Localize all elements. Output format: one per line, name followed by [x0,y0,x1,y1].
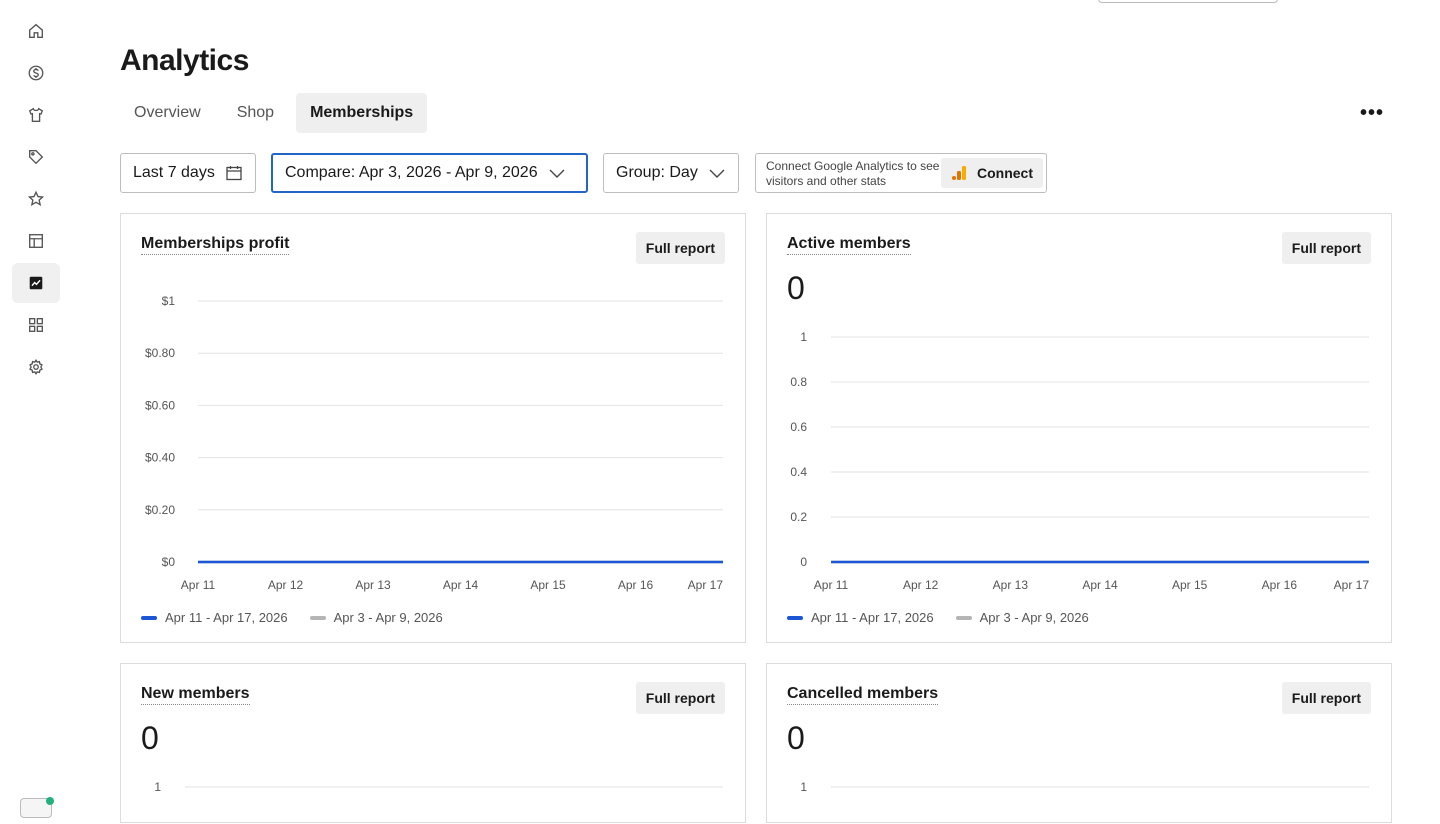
gear-icon [29,358,43,376]
x-tick-label: Apr 12 [903,578,939,592]
compare-label: Compare: Apr 3, 2026 - Apr 9, 2026 [285,164,538,181]
connect-label: Connect [977,165,1033,181]
y-tick-label: 1 [800,330,807,344]
legend-item-compare: Apr 3 - Apr 9, 2026 [309,610,443,625]
chevron-down-icon [549,169,565,178]
dollar-icon [28,65,44,81]
y-tick-label: 0.8 [790,375,807,389]
calendar-icon [226,166,242,181]
analytics-icon [29,276,43,290]
y-tick-label: 1 [800,780,807,794]
google-analytics-icon [952,166,966,180]
sidebar-item-settings[interactable] [12,347,60,387]
y-tick-label: 0.4 [790,465,807,479]
x-tick-label: Apr 17 [1334,578,1370,592]
analytics-tabs: Overview Shop Memberships [120,93,428,133]
cancelled-members-chart: 1 [800,780,1369,794]
legend-item-current: Apr 11 - Apr 17, 2026 [787,610,934,625]
chevron-down-icon [709,169,725,178]
active-members-chart: 1 0.8 0.6 0.4 0.2 0 Apr 11 Apr 12 Apr 13 Apr 14 Ap… [790,330,1370,592]
y-tick-label: $0.80 [145,346,175,360]
online-status-dot [46,797,54,805]
sidebar-item-favorites[interactable] [12,179,60,219]
x-tick-label: Apr 16 [618,578,654,592]
tab-memberships[interactable]: Memberships [296,93,428,133]
date-range-select[interactable]: Last 7 days [120,153,256,193]
y-tick-label: 0.2 [790,510,807,524]
legend-swatch [309,615,326,620]
sidebar-item-apps[interactable] [12,305,60,345]
tag-icon [29,150,44,165]
shirt-icon [28,107,44,122]
google-analytics-text: Connect Google Analytics to see visitors… [766,159,940,188]
legend-label: Apr 3 - Apr 9, 2026 [979,610,1089,625]
x-tick-label: Apr 11 [181,578,216,592]
x-tick-label: Apr 12 [268,578,304,592]
group-label: Group: Day [616,164,698,181]
home-icon [29,23,43,38]
top-search-stub[interactable] [1098,0,1278,3]
y-tick-label: 0.6 [790,420,807,434]
table-icon [29,234,43,248]
legend-label: Apr 3 - Apr 9, 2026 [333,610,443,625]
x-tick-label: Apr 15 [530,578,566,592]
new-members-chart: 1 [154,780,723,794]
legend-item-compare: Apr 3 - Apr 9, 2026 [955,610,1089,625]
legend-swatch [787,615,803,620]
tab-shop[interactable]: Shop [223,93,288,133]
sidebar-item-sales[interactable] [12,53,60,93]
chart-legend: Apr 11 - Apr 17, 2026 Apr 3 - Apr 9, 202… [787,610,1089,625]
y-tick-label: 0 [800,555,807,569]
chart-legend: Apr 11 - Apr 17, 2026 Apr 3 - Apr 9, 202… [141,610,443,625]
x-tick-label: Apr 13 [993,578,1029,592]
x-tick-label: Apr 14 [1082,578,1118,592]
google-analytics-banner: Connect Google Analytics to see visitors… [755,153,1047,193]
new-members-card: New members Full report 0 1 [120,663,746,823]
sidebar-item-products[interactable] [12,95,60,135]
sidebar-item-layouts[interactable] [12,221,60,261]
x-tick-label: Apr 13 [355,578,391,592]
y-tick-label: $1 [162,294,176,308]
legend-label: Apr 11 - Apr 17, 2026 [165,610,288,625]
tab-overview[interactable]: Overview [120,93,215,133]
memberships-profit-card: Memberships profit Full report $1 $0.80 $0… [120,213,746,643]
y-tick-label: $0.60 [145,398,175,412]
active-members-card: Active members Full report 0 1 0.8 0.6 0.4 0… [766,213,1392,643]
legend-swatch [141,615,157,620]
apps-icon [29,318,43,332]
page-title: Analytics [120,44,249,77]
y-tick-label: $0.40 [145,451,175,465]
sidebar-item-discounts[interactable] [12,137,60,177]
sidebar [0,0,72,818]
sidebar-item-analytics[interactable] [12,263,60,303]
y-tick-label: 1 [154,780,161,794]
sidebar-item-home[interactable] [12,11,60,51]
date-range-label: Last 7 days [133,164,215,181]
compare-select[interactable]: Compare: Apr 3, 2026 - Apr 9, 2026 [271,153,588,193]
x-tick-label: Apr 14 [443,578,479,592]
x-tick-label: Apr 16 [1262,578,1298,592]
legend-item-current: Apr 11 - Apr 17, 2026 [141,610,288,625]
cancelled-members-card: Cancelled members Full report 0 1 [766,663,1392,823]
star-icon [27,190,45,206]
legend-label: Apr 11 - Apr 17, 2026 [811,610,934,625]
more-options-button[interactable]: ••• [1358,100,1386,126]
y-tick-label: $0.20 [145,503,175,517]
group-select[interactable]: Group: Day [603,153,739,193]
x-tick-label: Apr 11 [814,578,849,592]
x-tick-label: Apr 15 [1172,578,1208,592]
legend-swatch [955,615,972,620]
memberships-profit-chart: $1 $0.80 $0.60 $0.40 $0.20 $0 Apr 11 Apr 12 Apr … [145,294,724,592]
y-tick-label: $0 [162,555,176,569]
x-tick-label: Apr 17 [688,578,724,592]
connect-google-analytics-button[interactable]: Connect [941,158,1043,188]
